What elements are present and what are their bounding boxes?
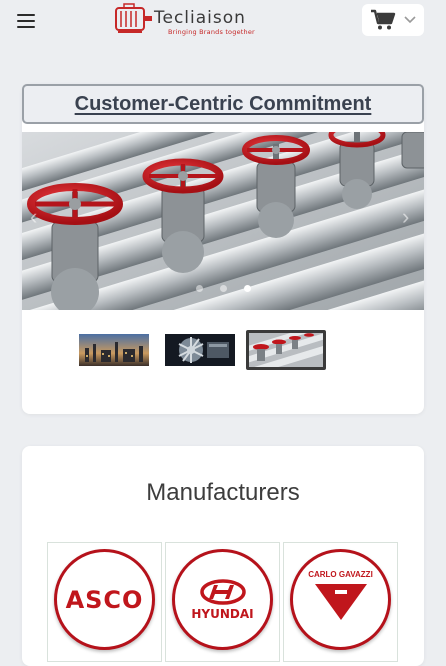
commitment-title: Customer-Centric Commitment [74,92,372,115]
carousel-dot-3[interactable] [244,285,251,292]
brand-logo[interactable]: Tecliaison Bringing Brands together [112,2,262,38]
commitment-title-box: Customer-Centric Commitment [22,84,424,124]
hyundai-logo-text: HYUNDAI [191,606,254,621]
chevron-down-icon [404,16,416,24]
brand-tagline: Bringing Brands together [168,28,255,36]
carousel-dot-2[interactable] [220,285,227,292]
manufacturers-card: Manufacturers ASCO HYUNDAI CARLO GAVAZZI [22,446,424,666]
carousel-next-arrow[interactable]: › [402,204,409,230]
hyundai-emblem-icon [199,578,246,605]
carlo-gavazzi-logo-text: CARLO GAVAZZI [308,570,373,579]
turbine-thumbnail[interactable] [165,334,235,366]
shopping-cart-icon [371,9,396,30]
cart-button[interactable] [362,4,424,36]
asco-logo-tile[interactable]: ASCO [47,542,162,662]
carlo-gavazzi-logo: CARLO GAVAZZI [290,549,391,650]
manufacturers-title: Manufacturers [146,479,300,506]
valves-thumbnail[interactable] [246,330,326,370]
commitment-card: Customer-Centric Commitment ‹ › [22,84,424,414]
carousel-slide[interactable]: ‹ › [22,132,424,310]
valves-pipeline-image [22,132,424,310]
hyundai-logo: HYUNDAI [172,549,273,650]
carlo-gavazzi-triangle-icon [314,584,367,620]
industrial-plant-thumbnail[interactable] [79,334,149,366]
carousel-indicators [22,285,424,293]
top-header: Tecliaison Bringing Brands together [0,0,446,52]
carlo-gavazzi-logo-tile[interactable]: CARLO GAVAZZI [283,542,398,662]
asco-logo: ASCO [54,549,155,650]
asco-logo-text: ASCO [65,585,144,614]
carousel-prev-arrow[interactable]: ‹ [30,204,37,230]
hamburger-menu-icon[interactable] [17,14,35,28]
motor-logo-icon [115,3,152,33]
brand-name: Tecliaison [154,8,246,28]
hyundai-logo-tile[interactable]: HYUNDAI [165,542,280,662]
carousel-dot-1[interactable] [196,285,203,292]
